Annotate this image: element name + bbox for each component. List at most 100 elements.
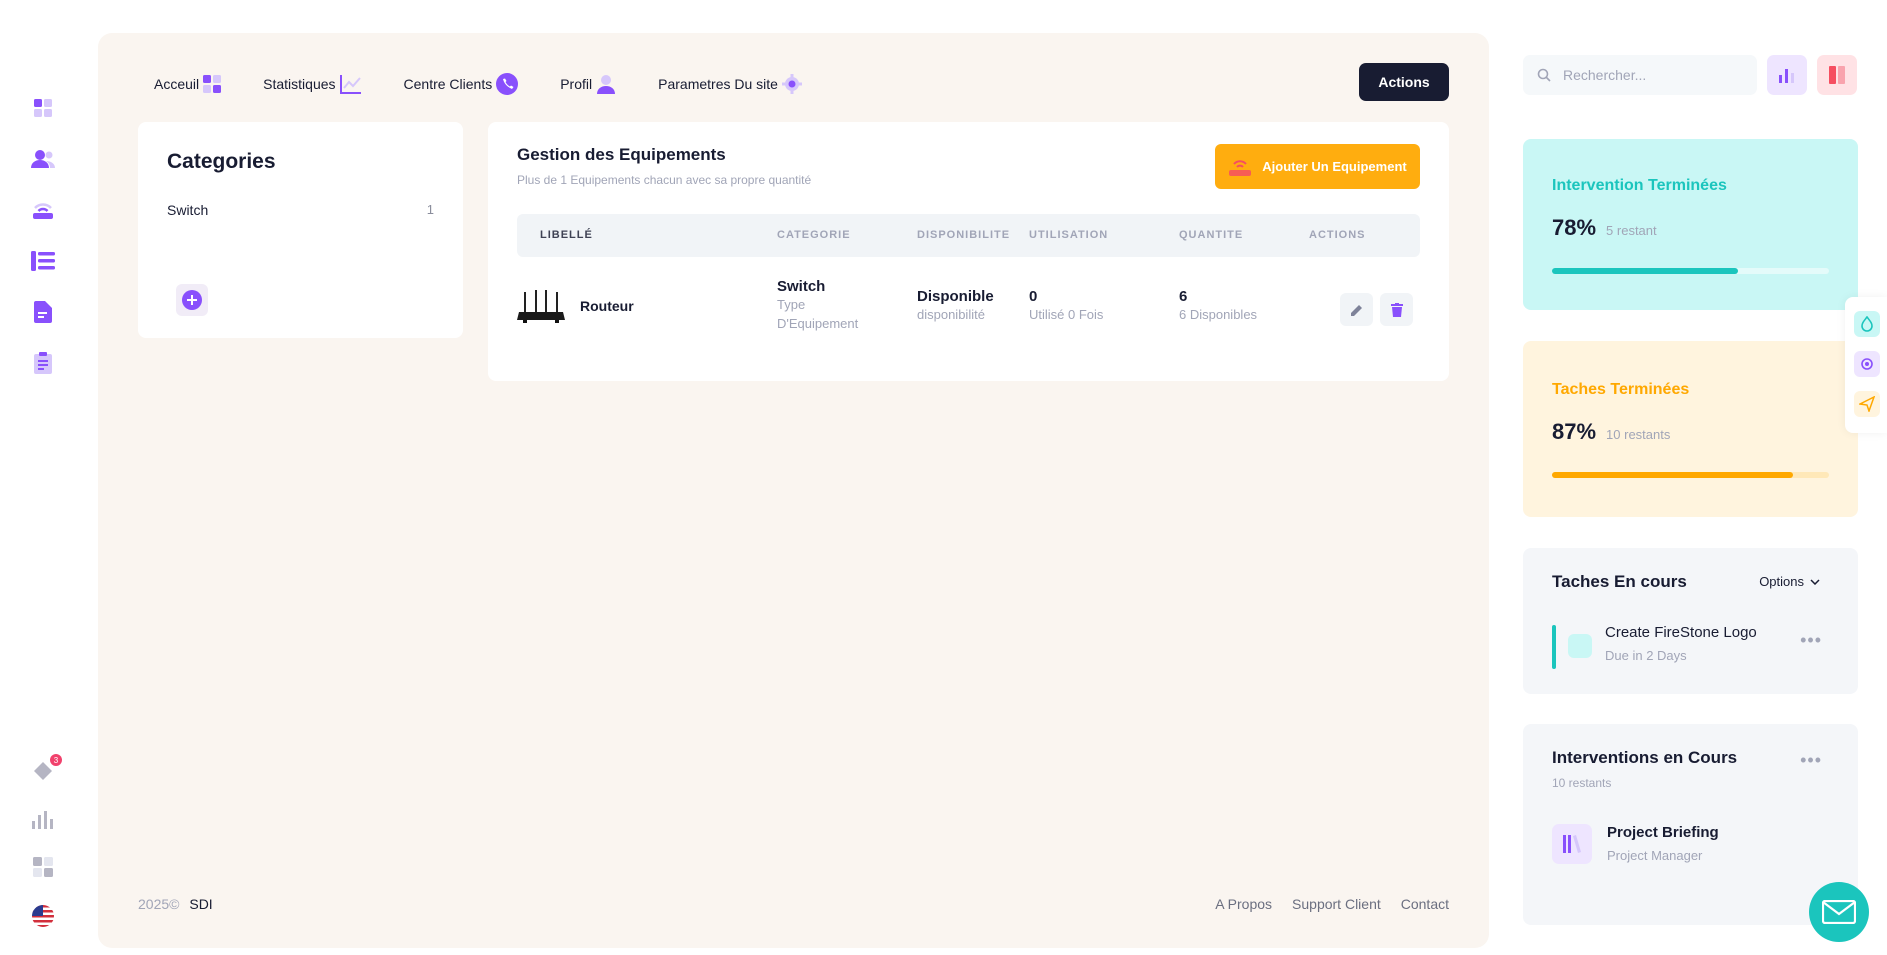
equipment-title: Gestion des Equipements (517, 145, 726, 164)
footer: 2025© SDI A Propos Support Client Contac… (138, 896, 1449, 912)
add-equipment-button[interactable]: Ajouter Un Equipement (1215, 144, 1420, 189)
apps-grid-icon[interactable] (30, 854, 56, 880)
nav-statistiques[interactable]: Statistiques (263, 74, 361, 94)
add-category-button[interactable] (176, 284, 208, 316)
notification-badge: 3 (50, 754, 62, 766)
main-panel: Acceuil Statistiques Centre Clients Prof… (98, 33, 1489, 948)
gear-icon (781, 74, 802, 94)
footer-link-support[interactable]: Support Client (1292, 896, 1381, 912)
stat-remaining: 10 restants (1606, 427, 1671, 442)
task-title[interactable]: Create FireStone Logo (1605, 624, 1757, 641)
edit-button[interactable] (1340, 293, 1373, 326)
progress-bar (1552, 268, 1829, 274)
router-add-icon (1229, 159, 1252, 176)
chart-line-icon (339, 75, 361, 94)
nav-acceuil[interactable]: Acceuil (154, 75, 222, 93)
document-icon[interactable] (30, 299, 56, 325)
equipment-name[interactable]: Routeur (580, 298, 634, 314)
options-dropdown[interactable]: Options (1759, 574, 1820, 589)
list-icon[interactable] (30, 248, 56, 274)
nav-profil[interactable]: Profil (560, 74, 616, 94)
equipment-category: Switch (777, 278, 826, 295)
layout-button[interactable] (1817, 55, 1857, 95)
category-name: Switch (167, 202, 209, 218)
equipment-subtitle: Plus de 1 Equipements chacun avec sa pro… (517, 173, 812, 187)
categories-title: Categories (167, 150, 276, 173)
search-box (1523, 55, 1757, 95)
footer-brand[interactable]: SDI (189, 896, 212, 912)
tasks-panel: Taches En cours Options Create FireStone… (1523, 548, 1858, 694)
table-header: LIBELLÉ CATEGORIE DISPONIBILITE UTILISAT… (517, 214, 1420, 257)
stats-bars-icon[interactable] (30, 807, 56, 833)
col-quantite[interactable]: QUANTITE (1179, 229, 1243, 241)
drop-icon[interactable] (1854, 311, 1880, 337)
send-icon[interactable] (1854, 391, 1880, 417)
col-utilisation[interactable]: UTILISATION (1029, 229, 1108, 241)
stat-title: Intervention Terminées (1552, 177, 1727, 194)
col-categorie[interactable]: CATEGORIE (777, 229, 851, 241)
col-disponibilite[interactable]: DISPONIBILITE (917, 229, 1010, 241)
router-icon[interactable] (30, 197, 56, 223)
stat-card-interventions: Intervention Terminées 78% 5 restant (1523, 139, 1858, 310)
stat-remaining: 5 restant (1606, 223, 1657, 238)
dashboard-icon[interactable] (30, 95, 56, 121)
equipment-card: Gestion des Equipements Plus de 1 Equipe… (488, 122, 1449, 381)
equipment-usage: 0 (1029, 288, 1038, 305)
equipment-quantity-sub: 6 Disponibles (1179, 307, 1258, 322)
table-row: Routeur Switch Type D'Equipement Disponi… (517, 272, 1420, 352)
progress-bar (1552, 472, 1829, 478)
category-item[interactable]: Switch 1 (167, 202, 434, 218)
equipment-usage-sub: Utilisé 0 Fois (1029, 307, 1104, 322)
nav-label: Acceuil (154, 76, 200, 92)
task-more-icon[interactable]: ••• (1800, 630, 1822, 651)
nav-label: Statistiques (263, 76, 336, 92)
interventions-count: 10 restants (1552, 776, 1612, 790)
add-equipment-label: Ajouter Un Equipement (1262, 159, 1407, 174)
equipment-quantity: 6 (1179, 288, 1188, 305)
col-libelle[interactable]: LIBELLÉ (540, 229, 593, 241)
library-icon (1552, 824, 1592, 864)
progress-fill (1552, 268, 1738, 274)
categories-card: Categories Switch 1 (138, 122, 463, 338)
side-toolbar (1845, 297, 1887, 433)
nav-label: Profil (560, 76, 593, 92)
stat-title: Taches Terminées (1552, 381, 1690, 398)
pencil-icon (1350, 304, 1362, 316)
stat-percent: 87% (1552, 419, 1597, 444)
stat-percent-row: 78% 5 restant (1552, 215, 1657, 241)
actions-button[interactable]: Actions (1359, 63, 1449, 101)
notifications-icon[interactable]: 3 (30, 754, 62, 784)
category-count: 1 (426, 202, 434, 217)
search-icon (1537, 68, 1551, 82)
us-flag-icon[interactable] (30, 903, 56, 929)
equipment-category-sub: Type D'Equipement (777, 297, 859, 331)
nav-centre-clients[interactable]: Centre Clients (404, 73, 519, 95)
chat-button[interactable] (1809, 882, 1869, 942)
options-label: Options (1759, 574, 1804, 589)
columns-icon (1829, 66, 1845, 84)
interventions-more-icon[interactable]: ••• (1800, 750, 1822, 771)
nav-label: Parametres Du site (658, 76, 778, 92)
task-due: Due in 2 Days (1605, 648, 1687, 663)
bar-chart-icon (1779, 69, 1794, 83)
top-navigation: Acceuil Statistiques Centre Clients Prof… (154, 73, 802, 95)
envelope-icon (1822, 900, 1856, 924)
stats-button[interactable] (1767, 55, 1807, 95)
task-checkbox[interactable] (1568, 634, 1592, 658)
clipboard-icon[interactable] (30, 350, 56, 376)
delete-button[interactable] (1380, 293, 1413, 326)
users-icon[interactable] (30, 146, 56, 172)
col-actions: ACTIONS (1309, 229, 1366, 241)
progress-fill (1552, 472, 1793, 478)
nav-label: Centre Clients (403, 76, 493, 92)
intervention-title[interactable]: Project Briefing (1607, 824, 1719, 841)
nav-parametres[interactable]: Parametres Du site (658, 74, 802, 94)
user-icon (597, 75, 616, 94)
footer-link-apropos[interactable]: A Propos (1215, 896, 1272, 912)
settings-icon[interactable] (1854, 351, 1880, 377)
interventions-title: Interventions en Cours (1552, 748, 1738, 767)
tasks-title: Taches En cours (1552, 572, 1687, 591)
search-input[interactable] (1563, 67, 1743, 83)
footer-year: 2025© (138, 896, 180, 912)
footer-link-contact[interactable]: Contact (1401, 896, 1449, 912)
